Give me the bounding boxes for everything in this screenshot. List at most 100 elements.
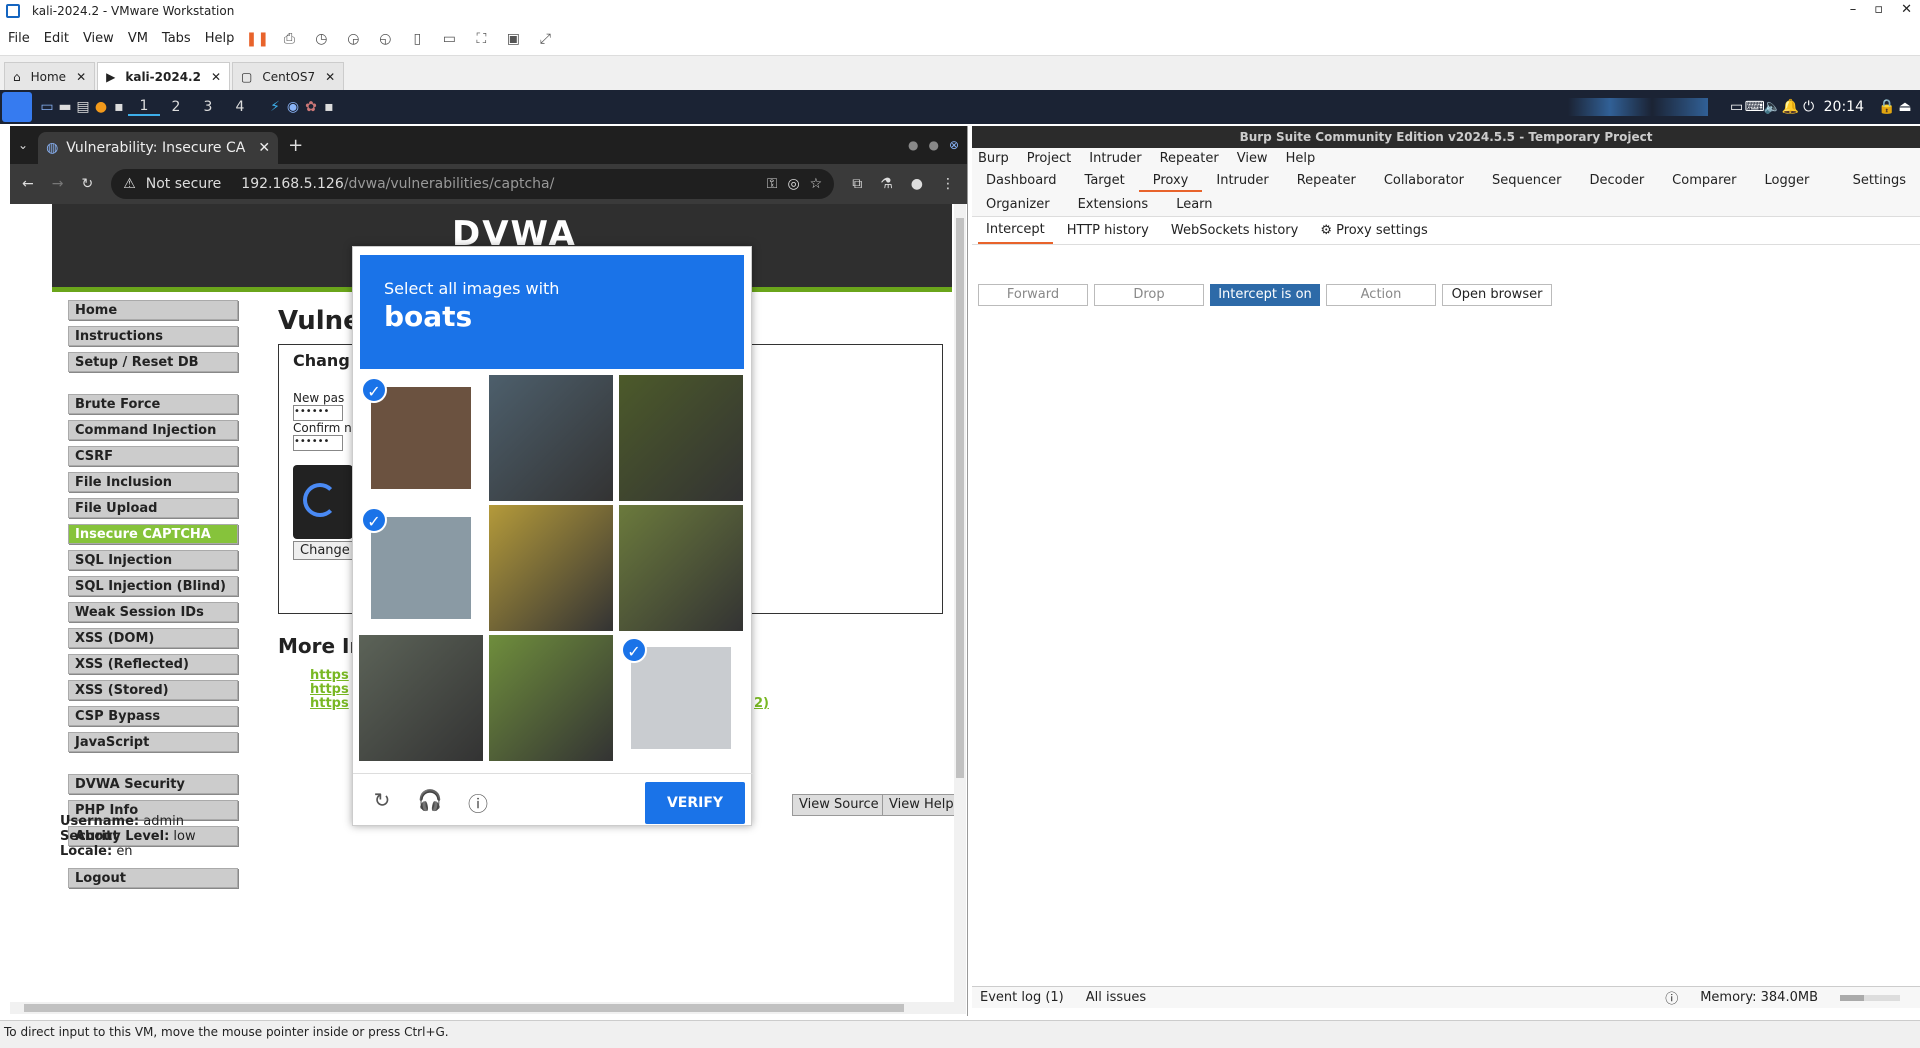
intercept-toggle[interactable]: Intercept is on [1210,284,1320,306]
terminal-icon[interactable]: ▪ [110,98,128,116]
library-icon[interactable]: ▯ [408,30,426,48]
verify-button[interactable]: VERIFY [645,782,745,824]
tab-proxy-settings[interactable]: ⚙ Proxy settings [1312,218,1435,243]
menu-help[interactable]: Help [205,31,235,46]
menu-view[interactable]: View [1237,151,1268,166]
close-icon[interactable]: ⊗ [949,138,959,152]
view-help-button[interactable]: View Help [882,794,961,816]
menu-intruder[interactable]: Intruder [1089,151,1141,166]
firefox-icon[interactable]: ● [92,98,110,116]
minimize-icon[interactable]: ● [908,138,918,152]
info-icon[interactable]: ⓘ [465,788,491,816]
dvwa-menu-brute-force[interactable]: Brute Force [68,394,238,414]
tab-intercept[interactable]: Intercept [978,217,1053,244]
new-password-input[interactable]: •••••• [293,405,343,421]
editor-icon[interactable]: ▤ [74,98,92,116]
dvwa-menu-setup-reset-db[interactable]: Setup / Reset DB [68,352,238,372]
dvwa-menu-xss-reflected[interactable]: XSS (Reflected) [68,654,238,674]
view-source-button[interactable]: View Source [792,794,886,816]
desktop-icon[interactable]: ▭ [38,98,56,116]
menu-view[interactable]: View [83,31,114,46]
workspace-4[interactable]: 4 [224,99,256,115]
forward-button[interactable]: Forward [978,284,1088,306]
fullscreen-icon[interactable]: ⛶ [472,30,490,48]
new-tab-icon[interactable]: + [288,135,303,156]
info-link-3[interactable]: https [310,696,349,711]
dvwa-menu-csrf[interactable]: CSRF [68,446,238,466]
revert-snapshot-icon[interactable]: ◶ [344,30,362,48]
action-button[interactable]: Action [1326,284,1436,306]
maximize-icon[interactable]: ▫ [1874,2,1883,17]
terminal-task-icon[interactable]: ▪ [320,98,338,116]
dvwa-menu-xss-stored[interactable]: XSS (Stored) [68,680,238,700]
send-keys-icon[interactable]: ⎙ [280,30,298,48]
burp-task-icon[interactable]: ⚡ [266,98,284,116]
captcha-tile-guardrail-grass[interactable] [619,505,743,631]
tab-close-icon[interactable]: ✕ [258,140,270,156]
tab-http-history[interactable]: HTTP history [1059,218,1157,243]
dvwa-menu-sql-injection-blind[interactable]: SQL Injection (Blind) [68,576,238,596]
change-button[interactable]: Change [293,541,357,560]
profile-icon[interactable]: ● [911,176,923,192]
volume-icon[interactable]: 🔈 [1764,98,1782,116]
audio-icon[interactable]: 🎧 [417,788,443,814]
close-icon[interactable]: ✕ [1901,2,1912,17]
thumbnail-icon[interactable]: ▭ [440,30,458,48]
console-icon[interactable]: ▣ [504,30,522,48]
dvwa-menu-home[interactable]: Home [68,300,238,320]
dvwa-menu-dvwa-security[interactable]: DVWA Security [68,774,238,794]
url-field[interactable]: ⚠ Not secure 192.168.5.126/dvwa/vulnerab… [111,169,835,199]
maximize-icon[interactable]: ● [928,138,938,152]
forward-icon[interactable]: → [52,176,64,192]
info-link-2[interactable]: https [310,682,349,697]
captcha-tile-car-door[interactable] [489,375,613,501]
captcha-tile-yellow-truck[interactable] [489,505,613,631]
tab-list-icon[interactable]: ⌄ [18,138,28,152]
captcha-tile-boat-on-street[interactable]: ✓ [359,505,483,631]
bookmark-star-icon[interactable]: ☆ [810,176,823,192]
dvwa-menu-weak-session-ids[interactable]: Weak Session IDs [68,602,238,622]
burp-tab-target[interactable]: Target [1071,168,1139,192]
labs-icon[interactable]: ⚗ [880,176,893,192]
keyboard-icon[interactable]: ⌨ [1745,98,1765,116]
key-icon[interactable]: ⚿ [767,176,778,192]
snapshot-icon[interactable]: ◷ [312,30,330,48]
captcha-tile-road-sign[interactable] [359,635,483,761]
burp-tab-comparer[interactable]: Comparer [1658,168,1750,192]
dvwa-menu-file-inclusion[interactable]: File Inclusion [68,472,238,492]
extensions-icon[interactable]: ⧉ [852,176,862,192]
reload-icon[interactable]: ↻ [369,788,395,814]
minimize-icon[interactable]: – [1850,2,1857,17]
recaptcha-widget[interactable] [293,465,353,539]
burp-tab-repeater[interactable]: Repeater [1283,168,1370,192]
tab-close-icon[interactable]: ✕ [76,70,86,84]
burp-tab-sequencer[interactable]: Sequencer [1478,168,1575,192]
burp-tab-proxy[interactable]: Proxy [1138,168,1203,192]
dvwa-menu-insecure-captcha[interactable]: Insecure CAPTCHA [68,524,238,544]
dvwa-menu-csp-bypass[interactable]: CSP Bypass [68,706,238,726]
dvwa-menu-sql-injection[interactable]: SQL Injection [68,550,238,570]
info-link-3-tail[interactable]: 2) [754,696,769,711]
burp-tab-settings[interactable]: Settings [1839,168,1920,192]
tab-home[interactable]: ⌂ Home ✕ [4,62,96,90]
app-task-icon[interactable]: ✿ [302,98,320,116]
tab-websockets-history[interactable]: WebSockets history [1163,218,1306,243]
menu-file[interactable]: File [8,31,30,46]
dvwa-menu-instructions[interactable]: Instructions [68,326,238,346]
files-icon[interactable]: ▬ [56,98,74,116]
tab-close-icon[interactable]: ✕ [211,70,221,84]
chrome-task-icon[interactable]: ◉ [284,98,302,116]
workspace-1[interactable]: 1 [128,98,160,116]
more-menu-icon[interactable]: ⋮ [941,176,955,192]
captcha-tile-jeep-on-lawn[interactable] [619,375,743,501]
burp-tab-intruder[interactable]: Intruder [1202,168,1282,192]
burp-tab-logger[interactable]: Logger [1751,168,1824,192]
scroll-thumb[interactable] [956,218,964,778]
reload-icon[interactable]: ↻ [81,176,93,192]
menu-burp[interactable]: Burp [978,151,1009,166]
kali-menu-icon[interactable] [2,92,32,122]
snapshot-manager-icon[interactable]: ◵ [376,30,394,48]
burp-tab-extensions[interactable]: Extensions [1064,192,1163,216]
menu-vm[interactable]: VM [128,31,148,46]
eye-off-icon[interactable]: ◎ [787,176,799,192]
